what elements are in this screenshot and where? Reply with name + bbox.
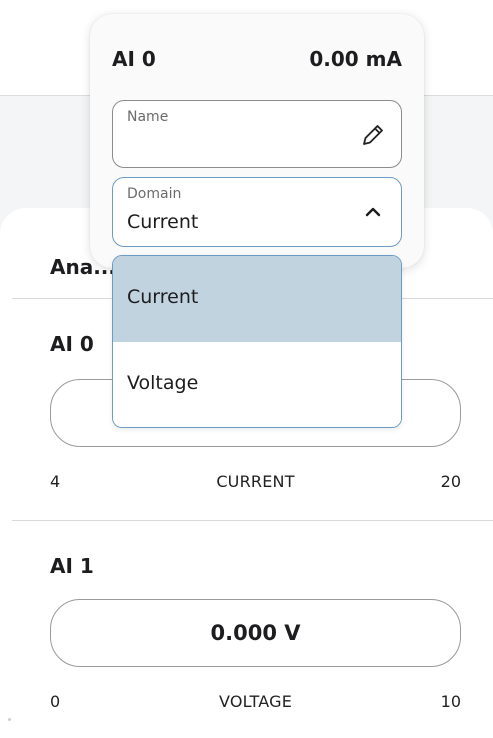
popover-reading: 0.00 mA: [309, 47, 402, 71]
option-label: Current: [127, 286, 199, 308]
dropdown-option-current[interactable]: Current: [113, 256, 401, 342]
domain-dropdown-menu: Current Voltage: [112, 255, 402, 428]
chevron-up-icon[interactable]: [359, 198, 387, 226]
scale-label: VOLTAGE: [218, 692, 293, 711]
channel-scale-ai0: 4 CURRENT 20: [50, 472, 461, 494]
domain-field-label: Domain: [127, 186, 182, 202]
name-field-label: Name: [127, 109, 169, 125]
channel-label-ai0[interactable]: AI 0: [50, 332, 94, 356]
scale-max: 10: [440, 692, 461, 711]
divider: [12, 520, 493, 521]
option-label: Voltage: [127, 372, 199, 394]
channel-value-ai1: 0.000 V: [50, 599, 461, 667]
scroll-indicator: [8, 718, 11, 721]
domain-select[interactable]: Domain Current: [112, 177, 402, 247]
scale-max: 20: [440, 472, 461, 491]
pencil-icon[interactable]: [359, 121, 387, 149]
name-field[interactable]: Name: [112, 100, 402, 168]
scale-label: CURRENT: [216, 472, 295, 491]
channel-settings-popover: AI 0 0.00 mA Name Domain Current: [90, 14, 424, 268]
dropdown-option-voltage[interactable]: Voltage: [113, 342, 401, 427]
domain-field-value[interactable]: Current: [127, 211, 198, 233]
popover-channel-label: AI 0: [112, 47, 156, 71]
channel-scale-ai1: 0 VOLTAGE 10: [50, 692, 461, 714]
channel-label-ai1[interactable]: AI 1: [50, 554, 94, 578]
